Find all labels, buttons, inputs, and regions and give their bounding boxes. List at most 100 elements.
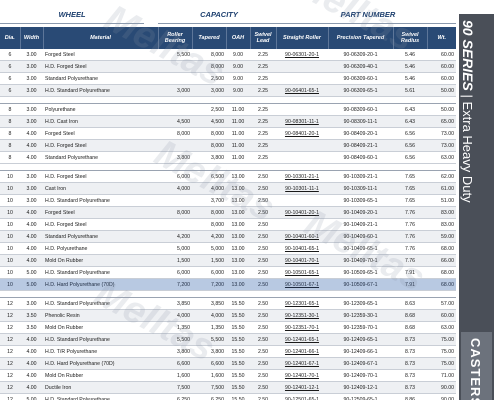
col-precision-tapered-cell: 90-06309-40-1 <box>328 60 393 73</box>
col-tapered-cell: 8,000 <box>192 218 226 231</box>
col-width-cell: 4.00 <box>20 206 43 219</box>
table-row[interactable]: 12 4.00 Mold On Rubber 1,600 1,600 15.50 2.50 9… <box>0 369 456 382</box>
col-straight-roller-cell: 90-12351-70-1 <box>276 321 328 334</box>
col-tapered-header: Tapered <box>192 27 227 49</box>
col-straight-roller-cell: 90-12301-65-1 <box>276 297 328 310</box>
col-material-cell: H.D. Standard Polyurethane <box>43 393 158 400</box>
table-row[interactable]: 6 3.00 Standard Polyurethane 2,500 9.00 2.25 9… <box>0 72 456 85</box>
table-row[interactable]: 12 4.00 H.D. T/R Polyurethane 3,800 3,800 15.… <box>0 345 456 358</box>
table-row[interactable]: 10 3.00 Cast Iron 4,000 4,000 13.00 2.50 90-103… <box>0 182 456 195</box>
col-roller-bearing-cell <box>158 218 192 231</box>
col-weight-cell: 50.00 <box>427 84 456 97</box>
table-row[interactable]: 12 3.00 H.D. Standard Polyurethane 3,850 3,8… <box>0 297 456 310</box>
table-row[interactable]: 8 4.00 Standard Polyurethane 3,800 3,800 11.0… <box>0 151 456 164</box>
col-roller-bearing-cell <box>158 60 192 73</box>
col-width-cell: 3.00 <box>20 49 43 61</box>
col-tapered-cell: 1,350 <box>192 321 226 334</box>
col-material-cell: H.D. Forged Steel <box>43 170 158 183</box>
table-row[interactable]: 12 4.00 H.D. Standard Polyurethane 5,500 5,5… <box>0 333 456 346</box>
col-swivel-lead-cell: 2.25 <box>250 60 276 73</box>
col-straight-roller-cell <box>276 151 328 164</box>
col-dia-cell: 6 <box>0 72 20 85</box>
table-row[interactable]: 8 3.00 H.D. Cast Iron 4,500 4,500 11.00 2.25 90… <box>0 115 456 128</box>
col-oah-cell: 15.50 <box>226 381 250 394</box>
col-swivel-lead-cell: 2.50 <box>250 297 276 310</box>
col-dia-cell: 6 <box>0 49 20 61</box>
col-weight-cell: 60.00 <box>427 49 456 61</box>
table-row[interactable]: 12 5.00 H.D. Standard Polyurethane 6,250 6,2… <box>0 393 456 400</box>
col-precision-tapered-cell: 90-12409-67-1 <box>328 357 393 370</box>
table-row[interactable]: 6 3.00 Forged Steel 5,500 8,000 9.00 2.25 90-06… <box>0 49 456 61</box>
table-row[interactable]: 10 5.00 H.D. Hard Polyurethane (70D) 7,200 7… <box>0 278 456 291</box>
col-swivel-radius-cell: 8.86 <box>393 393 427 400</box>
col-width-cell: 4.00 <box>20 230 43 243</box>
table-row[interactable]: 10 4.00 Standard Polyurethane 4,200 4,200 13.… <box>0 230 456 243</box>
col-straight-roller-cell: 90-12401-65-1 <box>276 333 328 346</box>
col-weight-cell: 90.00 <box>427 381 456 394</box>
col-material-cell: Cast Iron <box>43 182 158 195</box>
col-oah-cell: 15.50 <box>226 345 250 358</box>
table-row[interactable]: 10 4.00 Mold On Rubber 1,500 1,500 13.00 2.50 9… <box>0 254 456 267</box>
table-row[interactable]: 12 3.50 Phenolic Resin 4,000 4,000 15.50 2.50 9… <box>0 309 456 322</box>
col-precision-tapered-cell: 90-08409-20-1 <box>328 127 393 140</box>
col-straight-roller-cell: 90-10301-11-1 <box>276 182 328 195</box>
section-tab[interactable]: CASTERS <box>461 332 492 400</box>
col-precision-tapered-cell: 90-10509-65-1 <box>328 266 393 279</box>
table-row[interactable]: 6 3.00 H.D. Forged Steel 8,000 9.00 2.25 90-06… <box>0 60 456 73</box>
col-swivel-radius-cell: 8.73 <box>393 357 427 370</box>
col-material-cell: H.D. Standard Polyurethane <box>43 194 158 207</box>
table-row[interactable]: 10 4.00 Forged Steel 8,000 8,000 13.00 2.50 90-… <box>0 206 456 219</box>
col-swivel-lead-cell: 2.50 <box>250 321 276 334</box>
table-row[interactable]: 8 3.00 Polyurethane 2,500 11.00 2.25 90-08309-… <box>0 103 456 116</box>
col-width-cell: 4.00 <box>20 254 43 267</box>
col-tapered-cell: 3,000 <box>192 84 226 97</box>
col-straight-roller-cell <box>276 218 328 231</box>
col-precision-tapered-cell: 90-12309-65-1 <box>328 297 393 310</box>
table-row[interactable]: 8 4.00 Forged Steel 8,000 8,000 11.00 2.25 90-0… <box>0 127 456 140</box>
col-tapered-cell: 5,000 <box>192 242 226 255</box>
col-tapered-cell: 7,200 <box>192 278 226 291</box>
col-tapered-cell: 4,500 <box>192 115 226 128</box>
col-oah-header: OAH <box>226 27 251 49</box>
table-row[interactable]: 10 3.00 H.D. Forged Steel 6,000 6,500 13.00 2.… <box>0 170 456 183</box>
col-dia-cell: 10 <box>0 182 20 195</box>
col-width-cell: 3.50 <box>20 309 43 322</box>
col-roller-bearing-cell: 8,000 <box>158 206 192 219</box>
col-tapered-cell: 1,600 <box>192 369 226 382</box>
col-material-cell: Standard Polyurethane <box>43 151 158 164</box>
col-swivel-lead-cell: 2.25 <box>250 127 276 140</box>
col-straight-roller-cell <box>276 103 328 116</box>
table-row[interactable]: 12 4.00 H.D. Hard Polyurethane (70D) 6,600 6… <box>0 357 456 370</box>
col-width-cell: 5.00 <box>20 393 43 400</box>
col-swivel-lead-cell: 2.50 <box>250 333 276 346</box>
catalog-page: WHEEL CAPACITY PART NUMBER Dia. Width Mate… <box>0 0 494 400</box>
table-row[interactable]: 10 5.00 H.D. Standard Polyurethane 6,000 6,0… <box>0 266 456 279</box>
table-row[interactable]: 12 4.00 Ductile Iron 7,500 7,500 15.50 2.50 90-… <box>0 381 456 394</box>
col-tapered-cell: 2,500 <box>192 72 226 85</box>
table-row[interactable]: 8 4.00 H.D. Forged Steel 8,000 11.00 2.25 90-0… <box>0 139 456 152</box>
col-precision-tapered-cell: 90-10309-11-1 <box>328 182 393 195</box>
col-straight-roller-cell: 90-12351-30-1 <box>276 309 328 322</box>
col-tapered-cell: 8,000 <box>192 206 226 219</box>
table-row[interactable]: 12 3.50 Mold On Rubber 1,350 1,350 15.50 2.50 9… <box>0 321 456 334</box>
col-width-cell: 3.50 <box>20 321 43 334</box>
col-roller-bearing-cell: 5,000 <box>158 242 192 255</box>
col-straight-roller-cell: 90-10401-65-1 <box>276 242 328 255</box>
col-precision-tapered-cell: 90-06309-20-1 <box>328 49 393 61</box>
col-material-cell: Forged Steel <box>43 127 158 140</box>
col-precision-tapered-cell: 90-08309-11-1 <box>328 115 393 128</box>
col-precision-tapered-cell: 90-10509-67-1 <box>328 278 393 291</box>
col-roller-bearing-cell: 1,500 <box>158 254 192 267</box>
col-precision-tapered-cell: 90-10409-65-1 <box>328 242 393 255</box>
col-straight-roller-header: Straight Roller <box>276 27 329 49</box>
col-precision-tapered-cell: 90-06309-60-1 <box>328 72 393 85</box>
table-row[interactable]: 10 4.00 H.D. Polyurethane 5,000 5,000 13.00 2.… <box>0 242 456 255</box>
col-weight-cell: 73.00 <box>427 139 456 152</box>
table-row[interactable]: 6 3.00 H.D. Standard Polyurethane 3,000 3,00… <box>0 84 456 97</box>
col-roller-bearing-cell: 1,600 <box>158 369 192 382</box>
col-dia-cell: 12 <box>0 297 20 310</box>
col-oah-cell: 15.50 <box>226 333 250 346</box>
table-row[interactable]: 10 4.00 H.D. Forged Steel 8,000 13.00 2.50 90-… <box>0 218 456 231</box>
col-oah-cell: 13.00 <box>226 230 250 243</box>
table-row[interactable]: 10 3.00 H.D. Standard Polyurethane 3,700 13.… <box>0 194 456 207</box>
